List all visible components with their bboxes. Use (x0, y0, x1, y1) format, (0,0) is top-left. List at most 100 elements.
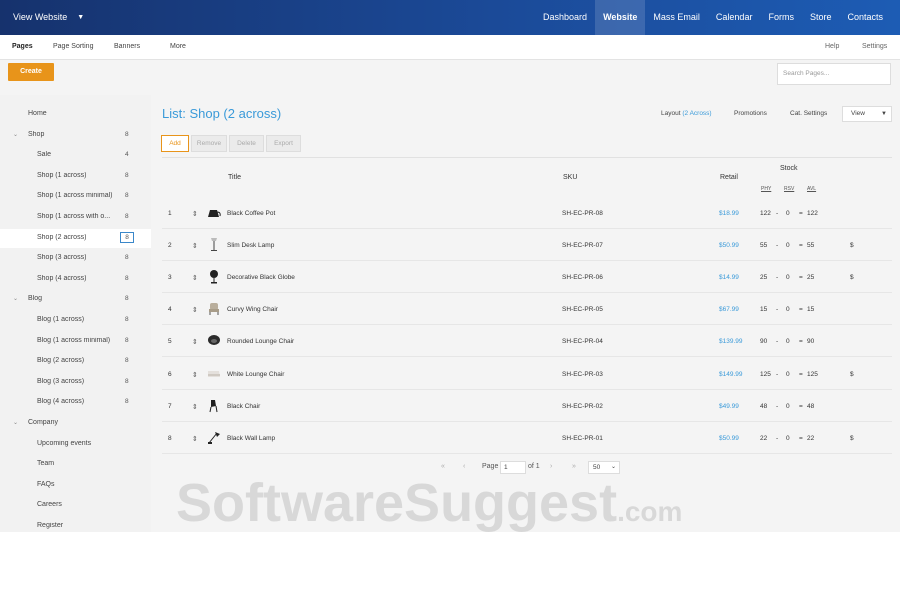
nav-website[interactable]: Website (595, 0, 646, 35)
product-retail-price[interactable]: $50.99 (719, 435, 739, 442)
drag-handle-icon[interactable]: ⇕ (192, 210, 198, 218)
sidebar-item[interactable]: Blog (1 across minimal) 8 (0, 332, 151, 351)
nav-dashboard[interactable]: Dashboard (535, 0, 595, 35)
sidebar-item[interactable]: Careers (0, 496, 151, 515)
drag-handle-icon[interactable]: ⇕ (192, 403, 198, 411)
sidebar-item-count: 8 (120, 231, 134, 243)
product-retail-price[interactable]: $139.99 (719, 338, 743, 345)
tab-page-sorting[interactable]: Page Sorting (53, 43, 93, 50)
view-label: View (851, 110, 865, 117)
product-retail-price[interactable]: $14.99 (719, 274, 739, 281)
delete-button[interactable]: Delete (229, 135, 264, 152)
sidebar-item[interactable]: ⌄ Shop 8 (0, 126, 151, 145)
next-page-icon[interactable]: › (550, 463, 552, 470)
sidebar-item[interactable]: Shop (3 across) 8 (0, 249, 151, 268)
sub-navigation: Pages Page Sorting Banners More Help Set… (0, 35, 900, 60)
add-button[interactable]: Add (161, 135, 189, 152)
product-thumbnail (205, 204, 223, 220)
drag-handle-icon[interactable]: ⇕ (192, 371, 198, 379)
product-title[interactable]: Black Coffee Pot (227, 210, 275, 217)
help-link[interactable]: Help (825, 43, 839, 50)
stock-phy: 48 (760, 402, 768, 410)
column-retail[interactable]: Retail (720, 174, 738, 181)
drag-handle-icon[interactable]: ⇕ (192, 435, 198, 443)
table-row[interactable]: 4 ⇕ Curvy Wing Chair SH-EC-PR-05 $67.99 15-0 =… (162, 293, 892, 326)
product-thumbnail (205, 236, 223, 252)
sidebar-item[interactable]: FAQs (0, 476, 151, 495)
product-title[interactable]: Decorative Black Globe (227, 274, 295, 281)
sidebar-item[interactable]: Blog (4 across) 8 (0, 393, 151, 412)
sidebar-item[interactable]: Shop (1 across) 8 (0, 167, 151, 186)
search-pages-input[interactable]: Search Pages... (777, 63, 891, 85)
export-button[interactable]: Export (266, 135, 301, 152)
product-title[interactable]: Black Wall Lamp (227, 435, 275, 442)
last-page-icon[interactable]: » (572, 463, 576, 470)
product-retail-price[interactable]: $67.99 (719, 306, 739, 313)
tab-pages[interactable]: Pages (12, 43, 33, 50)
settings-link[interactable]: Settings (862, 43, 887, 50)
view-dropdown[interactable]: View ▼ (842, 106, 892, 122)
table-row[interactable]: 5 ⇕ Rounded Lounge Chair SH-EC-PR-04 $139.99… (162, 325, 892, 358)
column-stock-rsv[interactable]: RSV (784, 186, 794, 192)
sidebar-item[interactable]: Blog (3 across) 8 (0, 373, 151, 392)
table-row[interactable]: 1 ⇕ Black Coffee Pot SH-EC-PR-08 $18.99 122-0… (162, 197, 892, 229)
chevron-down-icon[interactable]: ⌄ (13, 131, 18, 138)
nav-mass-email[interactable]: Mass Email (645, 0, 708, 35)
product-title[interactable]: Rounded Lounge Chair (227, 338, 294, 345)
column-title[interactable]: Title (228, 174, 241, 181)
sidebar-item[interactable]: ⌄ Blog 8 (0, 290, 151, 309)
sidebar-item[interactable]: Shop (1 across minimal) 8 (0, 187, 151, 206)
promotions-link[interactable]: Promotions (734, 110, 767, 117)
drag-handle-icon[interactable]: ⇕ (192, 242, 198, 250)
sidebar-item[interactable]: Shop (2 across) 8 (0, 228, 151, 248)
drag-handle-icon[interactable]: ⇕ (192, 274, 198, 282)
sidebar-item[interactable]: Home (0, 105, 151, 124)
product-thumbnail (205, 397, 223, 413)
product-title[interactable]: Black Chair (227, 403, 260, 410)
create-button[interactable]: Create (8, 63, 54, 81)
column-stock-avl[interactable]: AVL (807, 186, 816, 192)
tab-more[interactable]: More (170, 43, 186, 50)
column-sku[interactable]: SKU (563, 174, 577, 181)
sidebar-item[interactable]: Shop (4 across) 8 (0, 270, 151, 289)
first-page-icon[interactable]: « (441, 463, 445, 470)
column-stock-phy[interactable]: PHY (761, 186, 771, 192)
view-website-menu[interactable]: View Website ▼ (13, 12, 84, 22)
nav-forms[interactable]: Forms (760, 0, 802, 35)
sidebar-item-label: Team (37, 460, 55, 468)
cat-settings-link[interactable]: Cat. Settings (790, 110, 827, 117)
sidebar-item[interactable]: Blog (2 across) 8 (0, 352, 151, 371)
sidebar-item[interactable]: Shop (1 across with o... 8 (0, 208, 151, 227)
sidebar-item[interactable]: Team (0, 455, 151, 474)
layout-link[interactable]: Layout (2 Across) (661, 110, 712, 117)
product-sku: SH-EC-PR-01 (562, 434, 603, 442)
table-row[interactable]: 7 ⇕ Black Chair SH-EC-PR-02 $49.99 48-0 = 48 (162, 390, 892, 422)
product-retail-price[interactable]: $18.99 (719, 210, 739, 217)
tab-banners[interactable]: Banners (114, 43, 140, 50)
table-row[interactable]: 2 ⇕ Slim Desk Lamp SH-EC-PR-07 $50.99 55-0 = 55… (162, 229, 892, 262)
chevron-down-icon[interactable]: ⌄ (13, 295, 18, 302)
chevron-down-icon[interactable]: ⌄ (13, 419, 18, 426)
table-row[interactable]: 6 ⇕ White Lounge Chair SH-EC-PR-03 $149.99 12… (162, 358, 892, 390)
remove-button[interactable]: Remove (191, 135, 227, 152)
sidebar-item-count: 8 (125, 171, 129, 179)
product-title[interactable]: Curvy Wing Chair (227, 306, 278, 313)
product-title[interactable]: Slim Desk Lamp (227, 242, 274, 249)
prev-page-icon[interactable]: ‹ (463, 463, 465, 470)
drag-handle-icon[interactable]: ⇕ (192, 306, 198, 314)
product-retail-price[interactable]: $49.99 (719, 403, 739, 410)
sidebar-item[interactable]: Sale 4 (0, 146, 151, 165)
table-row[interactable]: 8 ⇕ Black Wall Lamp SH-EC-PR-01 $50.99 22-0 = 2… (162, 422, 892, 454)
product-retail-price[interactable]: $149.99 (719, 371, 743, 378)
sidebar-item[interactable]: Upcoming events (0, 435, 151, 454)
nav-store[interactable]: Store (802, 0, 840, 35)
nav-calendar[interactable]: Calendar (708, 0, 761, 35)
nav-contacts[interactable]: Contacts (839, 0, 900, 35)
product-title[interactable]: White Lounge Chair (227, 371, 284, 378)
product-retail-price[interactable]: $50.99 (719, 242, 739, 249)
drag-handle-icon[interactable]: ⇕ (192, 338, 198, 346)
sidebar-item[interactable]: Register (0, 517, 151, 532)
table-row[interactable]: 3 ⇕ Decorative Black Globe SH-EC-PR-06 $14.9… (162, 261, 892, 294)
sidebar-item[interactable]: Blog (1 across) 8 (0, 311, 151, 330)
sidebar-item[interactable]: ⌄ Company (0, 414, 151, 433)
